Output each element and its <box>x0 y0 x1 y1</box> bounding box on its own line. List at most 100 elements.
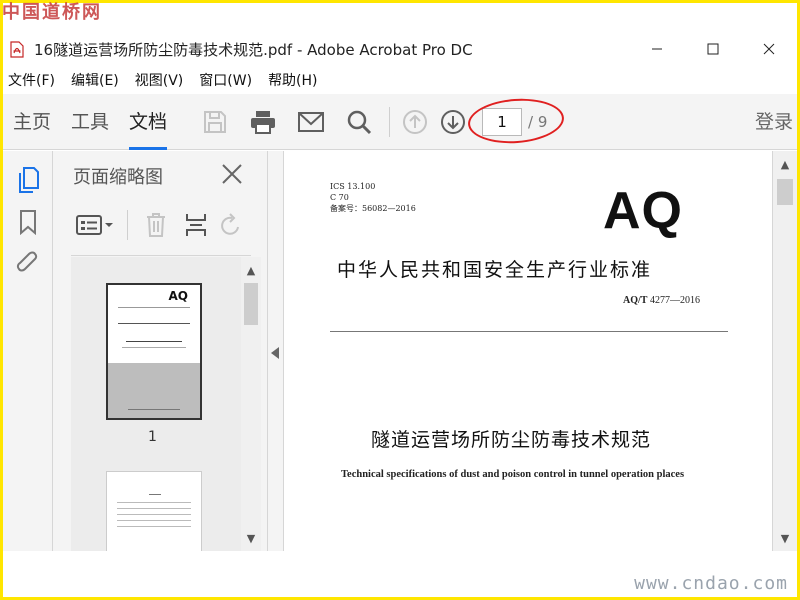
bookmarks-button[interactable] <box>3 201 53 243</box>
standard-prefix: AQ/T <box>623 295 648 306</box>
page-up-icon <box>403 109 428 134</box>
standard-badge: AQ <box>603 182 683 240</box>
tab-tools[interactable]: 工具 <box>61 94 119 150</box>
document-subtitle: Technical specifications of dust and poi… <box>341 469 685 480</box>
print-icon <box>251 110 276 134</box>
standard-number: AQ/T 4277—2016 <box>623 295 700 306</box>
toolbar-separator <box>389 106 391 137</box>
insert-icon <box>186 214 206 236</box>
menu-view[interactable]: 视图(V) <box>130 70 189 90</box>
pdf-file-icon <box>10 40 24 58</box>
bookmark-icon <box>20 210 36 235</box>
document-heading: 中华人民共和国安全生产行业标准 <box>337 259 653 281</box>
email-button[interactable] <box>287 94 335 150</box>
document-scrollbar[interactable]: ▲ ▼ <box>772 151 797 551</box>
thumbnail-text-line <box>117 526 191 527</box>
menu-bar: 文件(F) 编辑(E) 视图(V) 窗口(W) 帮助(H) <box>3 68 797 92</box>
thumbnail-badge: AQ <box>168 289 189 303</box>
thumbnail-text-line <box>117 520 191 521</box>
previous-page-button[interactable] <box>396 94 434 150</box>
window-controls <box>629 32 797 66</box>
toolbar: 主页 工具 文档 1 / 9 登录 <box>3 94 797 150</box>
minimize-icon <box>652 48 662 50</box>
close-icon <box>222 164 242 184</box>
page-thumbnails-button[interactable] <box>3 159 53 201</box>
mail-icon <box>298 111 325 132</box>
thumbnail-panel: 页面缩略图 AQ 1 ▲ ▼ <box>53 151 268 551</box>
maximize-icon <box>707 43 719 55</box>
menu-edit[interactable]: 编辑(E) <box>66 70 124 90</box>
maximize-button[interactable] <box>685 32 741 66</box>
attachments-button[interactable] <box>3 243 53 285</box>
delete-icon <box>147 213 165 237</box>
close-window-button[interactable] <box>741 32 797 66</box>
thumbnail-text-line <box>117 502 191 503</box>
insert-page-button[interactable] <box>176 207 216 243</box>
page-navigator: 1 / 9 <box>466 95 566 146</box>
close-panel-button[interactable] <box>219 161 245 187</box>
page-thumbnail-1[interactable]: AQ <box>106 283 202 420</box>
thumbnail-text-line <box>126 341 182 342</box>
minimize-button[interactable] <box>629 32 685 66</box>
document-view[interactable]: ICS 13.100 C 70 备案号：56082—2016 AQ 中华人民共和… <box>285 151 772 551</box>
login-button[interactable]: 登录 <box>755 94 793 150</box>
page-thumbnail-2[interactable] <box>106 471 202 551</box>
attachment-icon <box>16 251 38 272</box>
panel-toolbar <box>71 207 261 243</box>
thumbnail-list: AQ 1 <box>71 257 241 551</box>
rotate-page-button[interactable] <box>216 207 246 243</box>
thumbnail-text-line <box>122 347 186 348</box>
standard-code: 4277—2016 <box>649 295 700 306</box>
save-icon <box>204 110 227 133</box>
thumbnail-options-button[interactable] <box>71 207 119 243</box>
search-icon <box>347 110 372 134</box>
document-title: 隧道运营场所防尘防毒技术规范 <box>371 429 652 451</box>
document-scroll-handle[interactable] <box>777 179 793 205</box>
rotate-icon <box>221 213 239 235</box>
watermark-bottom: www.cndao.com <box>634 573 788 594</box>
thumbnail-scrollbar[interactable]: ▲ ▼ <box>241 257 261 551</box>
scroll-down-icon[interactable]: ▼ <box>241 529 261 549</box>
meta-line-c: C 70 <box>330 193 349 202</box>
page-down-icon <box>441 109 466 134</box>
thumbnail-selection-shade <box>108 363 200 418</box>
thumbnail-text-line <box>149 494 161 495</box>
print-button[interactable] <box>239 94 287 150</box>
close-icon <box>763 43 775 55</box>
tab-document[interactable]: 文档 <box>119 94 177 150</box>
highlight-ellipse <box>466 95 566 146</box>
panel-divider <box>71 255 251 256</box>
menu-window[interactable]: 窗口(W) <box>194 70 257 90</box>
window-title: 16隧道运营场所防尘防毒技术规范.pdf - Adobe Acrobat Pro… <box>34 40 473 59</box>
menu-help[interactable]: 帮助(H) <box>263 70 322 90</box>
delete-page-button[interactable] <box>136 207 176 243</box>
panel-collapse-bar[interactable] <box>268 151 284 551</box>
save-button[interactable] <box>191 94 239 150</box>
pages-icon <box>19 167 39 193</box>
thumbnail-text-line <box>128 409 180 410</box>
thumbnail-page-number: 1 <box>148 429 157 445</box>
scroll-up-icon[interactable]: ▲ <box>773 155 797 175</box>
search-button[interactable] <box>335 94 383 150</box>
panel-tool-separator <box>127 210 128 240</box>
next-page-button[interactable] <box>434 94 472 150</box>
thumbnail-text-line <box>117 514 191 515</box>
tab-home[interactable]: 主页 <box>3 94 61 150</box>
meta-line-ics: ICS 13.100 <box>330 182 376 191</box>
scroll-up-icon[interactable]: ▲ <box>241 261 261 281</box>
left-navigation-strip <box>3 151 53 551</box>
document-rule <box>330 331 728 332</box>
thumbnail-text-line <box>118 307 190 308</box>
thumbnail-scroll-handle[interactable] <box>244 283 258 325</box>
meta-line-record: 备案号：56082—2016 <box>330 204 416 213</box>
panel-title: 页面缩略图 <box>73 167 163 188</box>
title-bar: 16隧道运营场所防尘防毒技术规范.pdf - Adobe Acrobat Pro… <box>3 32 797 66</box>
options-icon <box>76 215 113 235</box>
collapse-arrow-icon[interactable] <box>271 347 279 359</box>
thumbnail-rule <box>118 323 190 324</box>
thumbnail-text-line <box>117 508 191 509</box>
document-meta: ICS 13.100 C 70 备案号：56082—2016 <box>330 181 416 214</box>
watermark-top: 中国道桥网 <box>2 2 102 23</box>
scroll-down-icon[interactable]: ▼ <box>773 529 797 549</box>
menu-file[interactable]: 文件(F) <box>3 70 60 90</box>
